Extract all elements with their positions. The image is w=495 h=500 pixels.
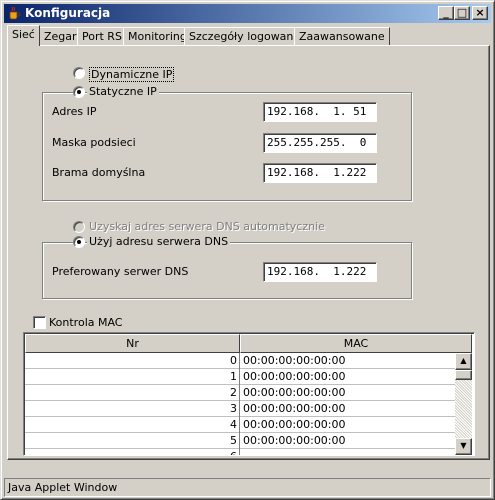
mac-table[interactable]: Nr MAC 0 00:00:00:00:00:00 1 00:00:00:00… <box>23 332 475 456</box>
table-cell-nr: 0 <box>25 353 240 369</box>
table-cell-nr: 5 <box>25 433 240 449</box>
subnet-mask-label: Maska podsieci <box>52 136 136 149</box>
status-bar: Java Applet Window <box>4 478 491 497</box>
table-cell-nr: 3 <box>25 401 240 417</box>
dynamic-ip-radio[interactable] <box>73 67 85 79</box>
tab-monitoring[interactable]: Monitoring <box>123 27 192 45</box>
table-row[interactable]: 3 00:00:00:00:00:00 <box>25 401 455 417</box>
column-header-mac[interactable]: MAC <box>240 334 472 353</box>
config-window: Konfiguracja _ □ × Sieć Zegar Port RS Mo… <box>0 0 495 500</box>
table-row[interactable]: 1 00:00:00:00:00:00 <box>25 369 455 385</box>
table-cell-nr: 2 <box>25 385 240 401</box>
table-cell-mac: 00:00:00:00:00:00 <box>243 418 346 431</box>
mac-control-checkbox[interactable] <box>33 316 46 329</box>
tab-zegar[interactable]: Zegar <box>39 27 82 45</box>
dynamic-ip-label[interactable]: Dynamiczne IP <box>89 67 175 82</box>
dns-auto-radio[interactable] <box>73 221 85 233</box>
table-cell-nr: 6 <box>25 449 240 455</box>
table-row[interactable]: 6 <box>25 449 455 455</box>
preferred-dns-field[interactable]: 192.168. 1.222 <box>263 262 377 282</box>
table-cell-mac: 00:00:00:00:00:00 <box>243 434 346 447</box>
table-cell-mac: 00:00:00:00:00:00 <box>243 370 346 383</box>
tab-szczegoly-logowania[interactable]: Szczegóły logowania <box>184 27 309 45</box>
tab-port-rs[interactable]: Port RS <box>77 27 127 45</box>
tab-siec[interactable]: Sieć <box>7 25 40 46</box>
default-gateway-field[interactable]: 192.168. 1.222 <box>263 163 377 183</box>
mac-control-label[interactable]: Kontrola MAC <box>49 316 123 329</box>
subnet-mask-field[interactable]: 255.255.255. 0 <box>263 133 377 153</box>
column-header-nr[interactable]: Nr <box>25 334 240 353</box>
static-ip-radio[interactable] <box>73 86 85 98</box>
static-ip-label[interactable]: Statyczne IP <box>87 85 159 98</box>
table-cell-nr: 4 <box>25 417 240 433</box>
preferred-dns-label: Preferowany serwer DNS <box>52 265 189 278</box>
java-cup-icon <box>9 6 21 20</box>
table-cell-mac: 00:00:00:00:00:00 <box>243 402 346 415</box>
dns-auto-label[interactable]: Uzyskaj adres serwera DNS automatycznie <box>89 220 325 233</box>
table-cell-mac <box>241 449 455 455</box>
minimize-button[interactable]: _ <box>438 6 454 20</box>
ip-address-label: Adres IP <box>52 105 97 118</box>
default-gateway-label: Brama domyślna <box>52 166 146 179</box>
table-cell-mac: 00:00:00:00:00:00 <box>243 354 346 367</box>
scroll-down-arrow-icon[interactable]: ▼ <box>455 438 472 455</box>
window-title: Konfiguracja <box>25 6 111 20</box>
scroll-up-arrow-icon[interactable]: ▲ <box>455 353 472 370</box>
table-row[interactable]: 2 00:00:00:00:00:00 <box>25 385 455 401</box>
title-bar[interactable]: Konfiguracja _ □ × <box>4 4 491 23</box>
maximize-button[interactable]: □ <box>454 6 470 20</box>
dns-manual-label[interactable]: Użyj adresu serwera DNS <box>87 235 231 248</box>
table-row[interactable]: 0 00:00:00:00:00:00 <box>25 353 455 369</box>
close-button[interactable]: × <box>472 6 488 20</box>
scroll-thumb[interactable] <box>455 370 472 380</box>
tab-zaawansowane[interactable]: Zaawansowane <box>294 27 390 45</box>
dns-manual-radio[interactable] <box>73 236 85 248</box>
table-row[interactable]: 5 00:00:00:00:00:00 <box>25 433 455 449</box>
table-row[interactable]: 4 00:00:00:00:00:00 <box>25 417 455 433</box>
table-cell-nr: 1 <box>25 369 240 385</box>
table-vertical-scrollbar[interactable]: ▲ ▼ <box>455 353 472 455</box>
ip-address-field[interactable]: 192.168. 1. 51 <box>263 102 377 122</box>
table-cell-mac: 00:00:00:00:00:00 <box>243 386 346 399</box>
